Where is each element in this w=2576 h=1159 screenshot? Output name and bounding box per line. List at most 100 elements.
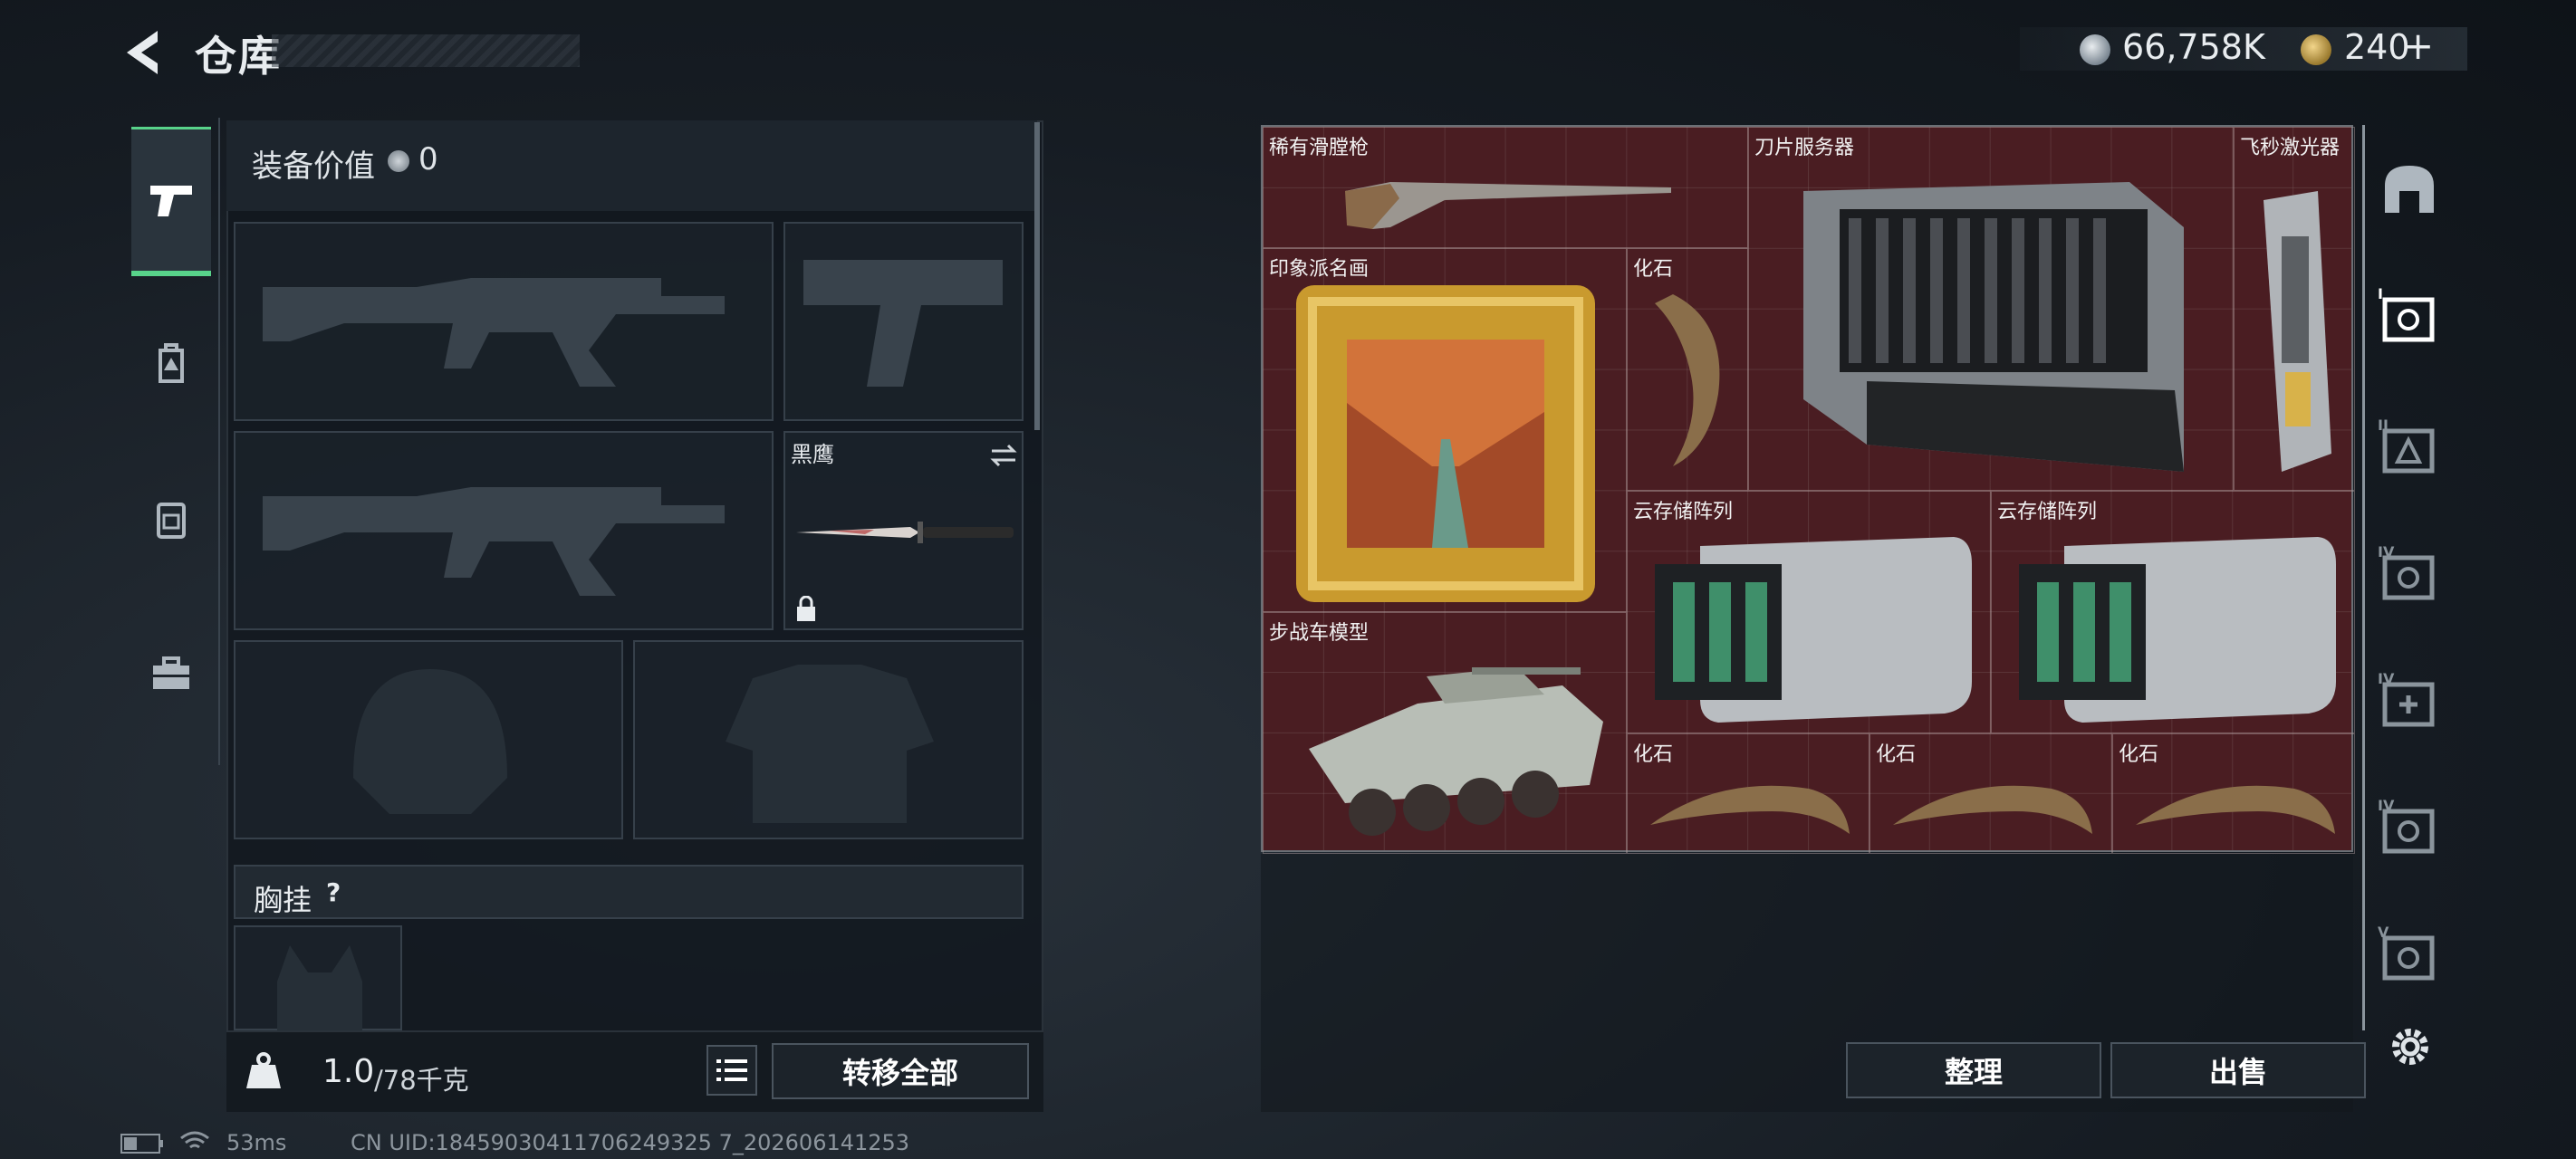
tab-storage-3[interactable]: IV <box>2378 543 2441 607</box>
back-button[interactable] <box>118 25 168 80</box>
claw-fossil-icon <box>2136 785 2335 834</box>
ping-value: 53ms <box>226 1130 287 1155</box>
rifle-silhouette-icon <box>263 487 725 596</box>
knife-icon <box>796 522 1014 543</box>
sort-button[interactable]: 整理 <box>1846 1042 2101 1098</box>
sidearm-slot[interactable] <box>783 222 1024 421</box>
item-label: 化石 <box>2119 743 2159 766</box>
user-id: CN UID:18459030411706249325 7_2026061412… <box>351 1130 910 1155</box>
sell-button[interactable]: 出售 <box>2110 1042 2366 1098</box>
equipment-value: 0 <box>418 141 438 177</box>
backpack-icon <box>157 502 186 539</box>
gear-icon[interactable] <box>2387 1023 2434 1070</box>
storage-box-icon <box>2382 297 2435 342</box>
item-label: 化石 <box>1633 258 1674 281</box>
pistol-icon <box>150 186 192 216</box>
storage-tab-numeral: V <box>2378 924 2389 941</box>
knife-slot[interactable]: 黑鹰 <box>783 431 1024 630</box>
storage-tab-numeral: IV <box>2378 797 2395 814</box>
blade-server-icon <box>1803 182 2184 472</box>
back-arrow-icon <box>127 31 158 74</box>
claw-fossil-icon <box>1650 785 1850 834</box>
tab-toolbox[interactable] <box>131 599 211 749</box>
current-weight: 1.0 <box>322 1053 375 1090</box>
helmet-silhouette-icon <box>353 669 507 814</box>
chest-rig-help-icon[interactable]: ? <box>326 877 341 907</box>
toolbox-icon <box>153 656 189 689</box>
item-label: 印象派名画 <box>1269 258 1370 281</box>
chest-rig-header: 胸挂 ? <box>234 865 1024 919</box>
silver-currency-value: 66,758K <box>2122 27 2265 67</box>
rifle-silhouette-icon <box>263 278 725 387</box>
item-label: 步战车模型 <box>1269 622 1370 645</box>
helmet-slot[interactable] <box>234 640 623 839</box>
storage-tab-numeral: II <box>2378 417 2389 434</box>
chest-rig-slot[interactable] <box>234 925 402 1032</box>
musket-icon <box>1345 182 1671 229</box>
title-stripe <box>272 34 580 67</box>
item-fossil[interactable]: 化石 <box>1870 733 2112 854</box>
item-fossil[interactable]: 化石 <box>1627 248 1748 491</box>
item-rare-musket[interactable]: 稀有滑膛枪 <box>1263 127 1748 248</box>
lock-icon <box>797 596 815 621</box>
item-fossil[interactable]: 化石 <box>1627 733 1870 854</box>
tab-storage-6[interactable]: V <box>2378 924 2441 987</box>
secondary-weapon-slot[interactable] <box>234 431 774 630</box>
item-cloud-storage-array[interactable]: 云存储阵列 <box>1991 491 2355 733</box>
claw-fossil-icon <box>1893 785 2092 834</box>
tab-backpack[interactable] <box>131 444 211 593</box>
item-fossil[interactable]: 化石 <box>2112 733 2355 854</box>
battery-icon <box>120 1134 163 1154</box>
armor-slot[interactable] <box>633 640 1024 839</box>
equipment-value-label: 装备价值 <box>252 148 375 185</box>
item-femtosecond-laser[interactable]: 飞秒激光器 <box>2234 127 2355 491</box>
body-armor-silhouette-icon <box>726 665 934 823</box>
item-blade-server[interactable]: 刀片服务器 <box>1748 127 2234 491</box>
item-label: 云存储阵列 <box>1997 501 2098 523</box>
knife-slot-label: 黑鹰 <box>791 442 834 467</box>
silver-coin-icon <box>2080 34 2110 65</box>
item-ifv-model[interactable]: 步战车模型 <box>1263 612 1627 854</box>
storage-array-icon <box>2019 537 2336 723</box>
armor-bag-icon <box>159 342 184 383</box>
tab-armor[interactable] <box>131 288 211 437</box>
wifi-icon <box>180 1131 209 1149</box>
gold-currency-value: 240 <box>2344 27 2410 67</box>
tab-storage-overview[interactable] <box>2378 158 2441 222</box>
item-label: 刀片服务器 <box>1754 137 1855 159</box>
chest-rig-label: 胸挂 <box>254 883 312 917</box>
laser-device-icon <box>2264 191 2331 472</box>
silver-coin-icon <box>388 150 409 172</box>
item-impressionist-painting[interactable]: 印象派名画 <box>1263 248 1627 612</box>
transfer-all-button[interactable]: 转移全部 <box>772 1043 1029 1099</box>
pistol-silhouette-icon <box>803 260 1003 387</box>
swap-icon[interactable] <box>988 442 1019 469</box>
storage-array-icon <box>1655 537 1972 723</box>
painting-icon <box>1296 285 1595 602</box>
weight-icon <box>246 1052 281 1088</box>
warehouse-grid: 稀有滑膛枪 刀片服务器 飞秒激光器 印象派名画 化石 云存储阵列 云存储阵列 步… <box>1261 125 2355 854</box>
add-currency-button[interactable]: + <box>2402 24 2434 68</box>
tab-storage-2[interactable]: II <box>2378 417 2441 480</box>
page-title: 仓库 <box>195 32 282 81</box>
tab-storage-5[interactable]: IV <box>2378 797 2441 860</box>
item-cloud-storage-array[interactable]: 云存储阵列 <box>1627 491 1991 733</box>
chest-rig-silhouette-icon <box>277 945 362 1032</box>
equipment-scrollbar[interactable] <box>1034 122 1040 430</box>
item-label: 化石 <box>1633 743 1674 766</box>
item-label: 飞秒激光器 <box>2240 137 2341 159</box>
list-view-button[interactable] <box>706 1045 757 1096</box>
tab-storage-1[interactable]: I <box>2378 285 2441 349</box>
storage-tab-numeral: IV <box>2378 543 2395 560</box>
max-weight: /78千克 <box>374 1065 469 1096</box>
primary-weapon-slot[interactable] <box>234 222 774 421</box>
armored-vehicle-icon <box>1309 667 1603 836</box>
item-label: 云存储阵列 <box>1633 501 1734 523</box>
item-label: 化石 <box>1876 743 1917 766</box>
vault-icon <box>2385 166 2434 213</box>
gold-coin-icon <box>2301 34 2331 65</box>
claw-fossil-icon <box>1655 294 1720 466</box>
tab-storage-4[interactable]: IV <box>2378 670 2441 733</box>
storage-tab-numeral: IV <box>2378 670 2395 687</box>
tab-weapons[interactable] <box>131 127 211 276</box>
